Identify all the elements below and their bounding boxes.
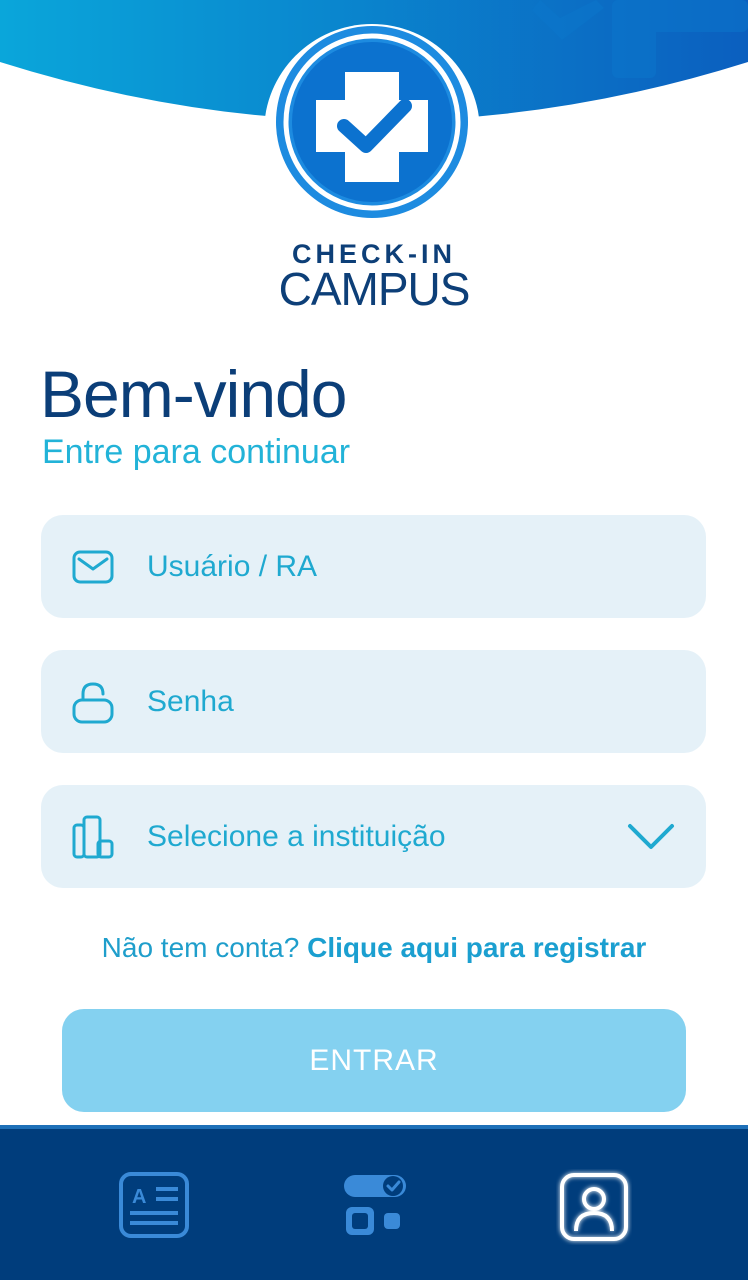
svg-text:A: A — [132, 1186, 146, 1208]
register-question: Não tem conta? — [101, 932, 300, 963]
institution-placeholder: Selecione a instituição — [147, 820, 446, 853]
username-field[interactable]: Usuário / RA — [41, 515, 706, 618]
welcome-subtitle: Entre para continuar — [42, 433, 351, 471]
building-icon — [72, 815, 114, 859]
profile-icon[interactable] — [556, 1169, 632, 1245]
id-card-icon[interactable]: A — [116, 1169, 192, 1245]
brand-name-line2: CAMPUS — [278, 263, 471, 315]
chevron-down-icon[interactable] — [626, 820, 676, 852]
password-field[interactable]: Senha — [41, 650, 706, 753]
institution-select[interactable]: Selecione a instituição — [41, 785, 706, 888]
envelope-icon — [72, 550, 114, 584]
checkin-toggle-icon[interactable] — [338, 1169, 414, 1245]
welcome-title: Bem-vindo — [40, 357, 347, 431]
enter-button[interactable]: ENTRAR — [62, 1009, 686, 1112]
check-in-campus-logo — [264, 24, 480, 240]
bottom-navigation: A — [0, 1125, 748, 1280]
register-link[interactable]: Clique aqui para registrar — [307, 932, 646, 963]
username-placeholder: Usuário / RA — [147, 550, 318, 583]
register-prompt: Não tem conta? Clique aqui para registra… — [0, 926, 748, 970]
password-placeholder: Senha — [147, 685, 234, 718]
lock-icon — [72, 682, 114, 724]
